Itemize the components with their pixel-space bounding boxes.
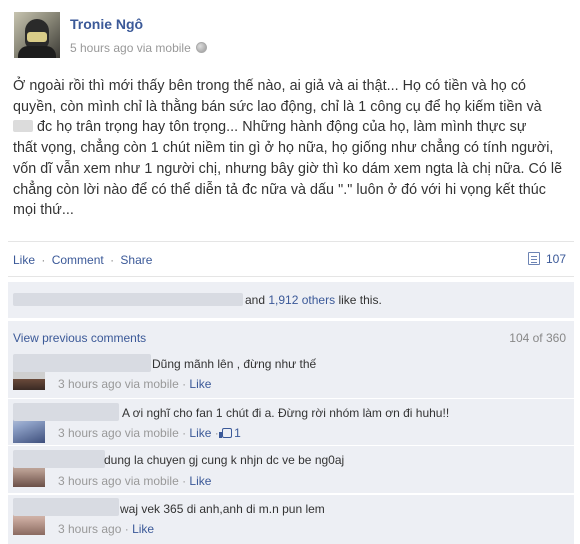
comment-text: waj vek 365 di anh,anh di m.n pun lem [120, 502, 325, 516]
comment-text: dung la chuyen gj cung k nhjn dc ve be n… [104, 453, 345, 467]
post-meta: 5 hours ago via mobile [70, 41, 207, 55]
comment: waj vek 365 di anh,anh di m.n pun lem 3 … [8, 495, 574, 544]
redacted-commenter [13, 498, 119, 516]
comment-likes-count[interactable]: 1 [219, 426, 241, 440]
post-line: thất vọng, chẳng còn 1 chút niềm tin gì … [13, 140, 554, 157]
post-line: Ở ngoài rồi thì mới thấy bên trong thế n… [13, 78, 527, 94]
comment: A ơi nghĩ cho fan 1 chút đi a. Đừng rời … [8, 399, 574, 445]
separator: · [110, 253, 115, 267]
post-time[interactable]: 5 hours ago [70, 41, 133, 55]
redacted-commenter [13, 403, 119, 421]
likes-and: and [245, 293, 266, 307]
likes-row: and 1,912 others like this. [8, 282, 574, 318]
share-count-value: 107 [545, 252, 566, 266]
view-previous-comments[interactable]: View previous comments [13, 331, 146, 345]
comment-text: Dũng mãnh lên , đừng như thế [152, 357, 317, 371]
post-via: via mobile [136, 41, 191, 55]
comment-link[interactable]: Comment [52, 253, 104, 267]
comment-like-link[interactable]: Like [189, 377, 211, 391]
redacted-word [13, 120, 33, 133]
comment-text: A ơi nghĩ cho fan 1 chút đi a. Đừng rời … [122, 406, 450, 420]
post-line-redacted: đc họ trân trọng hay tôn trọng... Những … [13, 117, 565, 138]
post-line: quyền, còn mình chỉ là thằng bán sức lao… [13, 98, 542, 115]
share-count-icon [527, 252, 540, 265]
redacted-names [13, 293, 243, 306]
post-line: đc họ trân trọng hay tôn trọng... Những … [37, 119, 527, 136]
share-link[interactable]: Share [120, 253, 152, 267]
likes-text: and 1,912 others like this. [245, 293, 382, 307]
comment-time[interactable]: 3 hours ago [58, 522, 121, 536]
comment-like-link[interactable]: Like [189, 474, 211, 488]
likes-others-link[interactable]: 1,912 others [268, 293, 335, 307]
comments-count: 104 of 360 [509, 331, 566, 345]
likes-suffix: like this. [338, 293, 382, 307]
comment-meta: 3 hours ago via mobile · Like [58, 474, 212, 488]
globe-icon[interactable] [195, 42, 207, 53]
redacted-commenter [13, 354, 151, 372]
comment-time[interactable]: 3 hours ago via mobile [58, 426, 179, 440]
comment-meta: 3 hours ago · Like [58, 522, 155, 536]
comments-header: View previous comments 104 of 360 [8, 321, 574, 352]
author-name[interactable]: Tronie Ngô [70, 16, 143, 32]
separator: · [41, 253, 46, 267]
thumbs-up-icon [219, 428, 233, 438]
comment: dung la chuyen gj cung k nhjn dc ve be n… [8, 446, 574, 493]
divider [8, 276, 574, 277]
share-count[interactable]: 107 [527, 252, 566, 266]
comment-meta: 3 hours ago via mobile · Like · 1 [58, 426, 241, 440]
post-actions: Like · Comment · Share [13, 253, 152, 267]
comment-likes-value: 1 [234, 426, 241, 440]
avatar-body [18, 46, 56, 58]
post-line: vốn dĩ vẫn xem như 1 người chị, nhưng bâ… [13, 160, 563, 177]
avatar-mask [27, 32, 47, 42]
like-link[interactable]: Like [13, 253, 35, 267]
comment-like-link[interactable]: Like [132, 522, 154, 536]
comment-like-link[interactable]: Like [189, 426, 211, 440]
post-line: mọi thứ... [13, 202, 74, 219]
redacted-commenter [13, 450, 105, 468]
comment: Dũng mãnh lên , đừng như thế 3 hours ago… [8, 352, 574, 398]
comment-meta: 3 hours ago via mobile · Like [58, 377, 212, 391]
author-avatar[interactable] [14, 12, 60, 58]
post-body: Ở ngoài rồi thì mới thấy bên trong thế n… [13, 76, 565, 221]
post-line: chẳng còn lời nào để có thể diễn tả đc n… [13, 181, 546, 198]
divider [8, 241, 574, 242]
comment-time[interactable]: 3 hours ago via mobile [58, 377, 179, 391]
comment-time[interactable]: 3 hours ago via mobile [58, 474, 179, 488]
